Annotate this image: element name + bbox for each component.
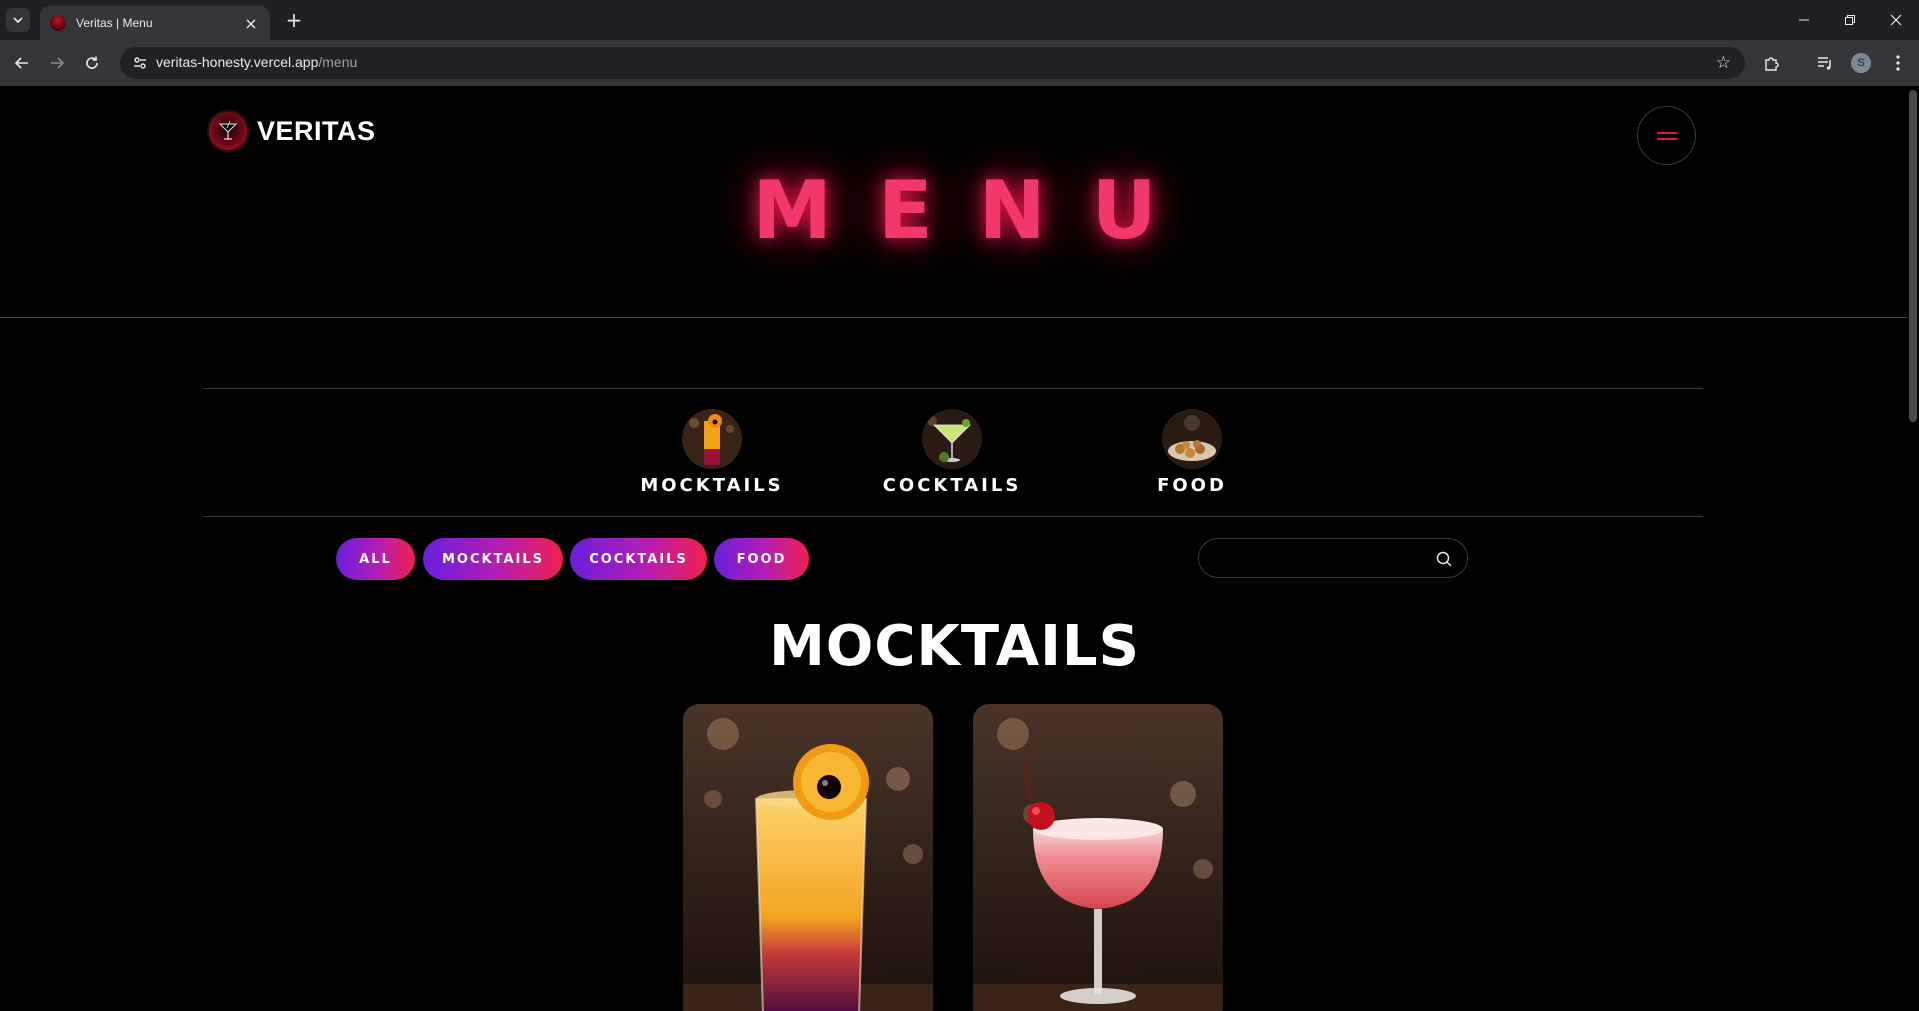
browser-tab-bar: Veritas | Menu × + [0, 0, 1919, 40]
tab-title: Veritas | Menu [76, 16, 153, 30]
back-button[interactable] [10, 51, 34, 75]
close-tab-icon[interactable]: × [242, 14, 260, 33]
scrollbar-thumb[interactable] [1909, 90, 1917, 422]
cocktail-thumbnail-icon [922, 409, 982, 469]
logo-emblem [207, 110, 249, 152]
menu-toggle-button[interactable] [1637, 106, 1696, 165]
site-logo[interactable]: VERITAS [207, 110, 376, 152]
reload-icon [86, 56, 98, 69]
bookmark-star-icon[interactable]: ☆ [1716, 53, 1731, 73]
url-text: veritas-honesty.vercel.app/menu [156, 54, 357, 70]
category-label: FOOD [1157, 475, 1227, 496]
close-icon [1890, 14, 1902, 26]
category-cocktails[interactable]: COCKTAILS [862, 409, 1042, 496]
media-control-button[interactable] [1813, 51, 1837, 75]
url-host: veritas-honesty.vercel.app [156, 54, 319, 70]
orange-layered-mocktail-image [683, 704, 933, 1011]
restore-icon [1845, 15, 1855, 25]
profile-avatar[interactable]: S [1851, 53, 1871, 73]
logo-text: VERITAS [257, 115, 376, 146]
minimize-button[interactable] [1781, 0, 1827, 40]
menu-item-card[interactable] [683, 704, 933, 1011]
page-scrollbar[interactable] [1907, 86, 1919, 1011]
hamburger-icon-line [1656, 131, 1677, 134]
search-icon[interactable] [1435, 550, 1453, 568]
reload-button[interactable] [80, 51, 104, 75]
food-thumbnail-icon [1162, 409, 1222, 469]
favicon-icon [50, 15, 66, 31]
category-food[interactable]: FOOD [1102, 409, 1282, 496]
more-vert-icon [1896, 55, 1900, 71]
chrome-menu-button[interactable] [1886, 51, 1910, 75]
section-title: MOCKTAILS [769, 614, 1140, 679]
category-label: MOCKTAILS [640, 475, 784, 496]
url-path: /menu [318, 54, 358, 70]
puzzle-icon [1765, 57, 1779, 71]
menu-search[interactable] [1198, 538, 1468, 578]
category-top-divider [203, 388, 1703, 389]
filter-all-button[interactable]: ALL [336, 538, 415, 580]
filter-food-button[interactable]: FOOD [714, 538, 809, 580]
minimize-icon [1799, 19, 1809, 21]
category-bottom-divider [203, 516, 1703, 517]
close-window-button[interactable] [1873, 0, 1919, 40]
restore-button[interactable] [1827, 0, 1873, 40]
header-divider [0, 317, 1907, 318]
category-label: COCKTAILS [882, 475, 1022, 496]
pink-coupe-cherry-mocktail-image [973, 704, 1223, 1011]
browser-toolbar: veritas-honesty.vercel.app/menu ☆ [0, 40, 1919, 86]
hamburger-icon-line [1656, 137, 1677, 140]
chevron-down-icon [13, 17, 23, 24]
page-viewport: VERITAS MENU MOCKTAILS COCKTAILS FOOD AL… [0, 86, 1919, 1011]
browser-tab[interactable]: Veritas | Menu × [40, 6, 270, 40]
playlist-icon [1818, 57, 1831, 70]
tab-search-button[interactable] [6, 8, 30, 32]
cocktail-glass-icon [218, 120, 238, 140]
menu-item-card[interactable] [973, 704, 1223, 1011]
site-settings-icon[interactable] [132, 55, 148, 71]
forward-button[interactable] [45, 51, 69, 75]
arrow-left-icon [14, 57, 28, 69]
extensions-button[interactable] [1760, 51, 1784, 75]
arrow-right-icon [51, 57, 65, 69]
page-title: MENU [752, 164, 1203, 257]
filter-cocktails-button[interactable]: COCKTAILS [570, 538, 707, 580]
new-tab-button[interactable]: + [282, 8, 306, 32]
search-input[interactable] [1213, 545, 1423, 571]
filter-mocktails-button[interactable]: MOCKTAILS [423, 538, 563, 580]
category-mocktails[interactable]: MOCKTAILS [622, 409, 802, 496]
address-bar[interactable]: veritas-honesty.vercel.app/menu ☆ [120, 47, 1745, 79]
mocktail-thumbnail-icon [682, 409, 742, 469]
